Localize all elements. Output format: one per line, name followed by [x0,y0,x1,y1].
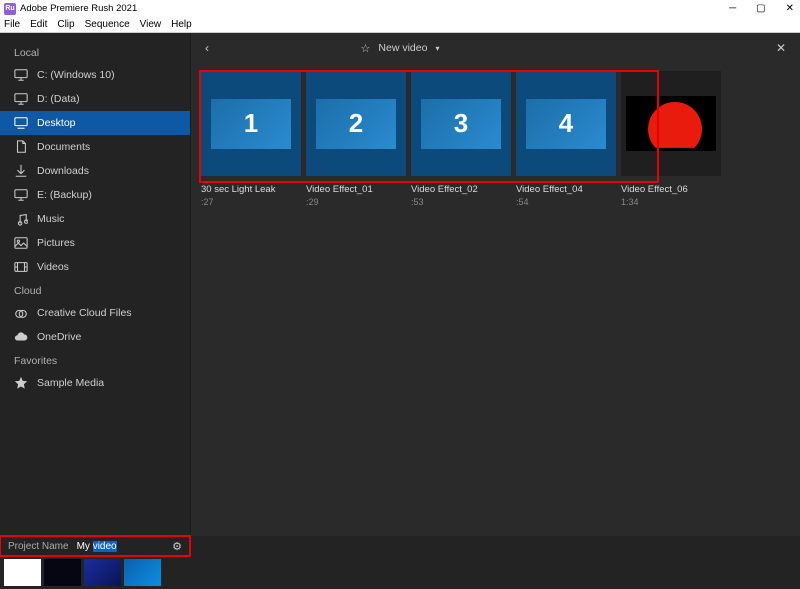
clip-name: Video Effect_01 [306,184,406,195]
project-name-row: Project Name My video ⚙ [0,536,190,556]
sidebar-item-e-drive[interactable]: E: (Backup) [0,183,190,207]
clip-duration: :54 [516,197,616,207]
sidebar-item-label: Documents [37,141,90,153]
app-icon: Ru [4,3,16,15]
monitor-icon [14,188,28,202]
project-name-label: Project Name [8,541,69,552]
back-button[interactable]: ‹ [201,37,213,59]
video-icon [14,260,28,274]
section-favorites: Favorites [0,349,190,371]
star-outline-icon[interactable]: ☆ [361,42,371,55]
overlay-number: 1 [211,99,291,149]
minimize-button[interactable]: ─ [727,3,738,14]
clip-duration: :29 [306,197,406,207]
sidebar-item-onedrive[interactable]: OneDrive [0,325,190,349]
selection-tray [0,556,800,589]
music-icon [14,212,28,226]
chevron-down-icon[interactable]: ▾ [435,44,439,53]
overlay-number: 2 [316,99,396,149]
media-clip[interactable]: 1 30 sec Light Leak :27 [201,71,301,207]
section-cloud: Cloud [0,279,190,301]
monitor-icon [14,68,28,82]
sidebar-item-sample-media[interactable]: Sample Media [0,371,190,395]
tray-item[interactable] [44,559,81,586]
sidebar-item-documents[interactable]: Documents [0,135,190,159]
media-clip[interactable]: Video Effect_06 1:34 [621,71,721,207]
menu-file[interactable]: File [4,19,20,30]
sidebar-item-label: Downloads [37,165,89,177]
window-title: Adobe Premiere Rush 2021 [20,3,137,14]
main-panel: ‹ ☆ New video ▾ ✕ 1 30 sec Light Leak :2… [190,33,800,536]
sidebar-item-label: Music [37,213,64,225]
download-icon [14,164,28,178]
creative-cloud-icon [14,306,28,320]
clip-name: Video Effect_06 [621,184,721,195]
sidebar-item-music[interactable]: Music [0,207,190,231]
gear-icon[interactable]: ⚙ [172,540,182,553]
menu-help[interactable]: Help [171,19,192,30]
close-panel-button[interactable]: ✕ [772,37,790,59]
document-icon [14,140,28,154]
sidebar-item-label: Creative Cloud Files [37,307,132,319]
sidebar-item-label: Pictures [37,237,75,249]
section-local: Local [0,41,190,63]
clip-name: 30 sec Light Leak [201,184,301,195]
cloud-icon [14,330,28,344]
picture-icon [14,236,28,250]
project-name-input[interactable]: My video [77,541,117,552]
monitor-icon [14,92,28,106]
clip-thumbnail [648,102,702,156]
overlay-number: 4 [526,99,606,149]
maximize-button[interactable]: ▢ [754,3,767,14]
sidebar-item-d-drive[interactable]: D: (Data) [0,87,190,111]
media-clip[interactable]: 4 Video Effect_04 :54 [516,71,616,207]
sidebar-item-label: C: (Windows 10) [37,69,115,81]
menubar: File Edit Clip Sequence View Help [0,17,800,33]
panel-title: New video [378,42,427,54]
sidebar-item-creative-cloud[interactable]: Creative Cloud Files [0,301,190,325]
sidebar-item-label: Sample Media [37,377,104,389]
sidebar-item-desktop[interactable]: Desktop [0,111,190,135]
sidebar-item-pictures[interactable]: Pictures [0,231,190,255]
sidebar-item-downloads[interactable]: Downloads [0,159,190,183]
main-topbar: ‹ ☆ New video ▾ ✕ [191,33,800,63]
sidebar: Local C: (Windows 10) D: (Data) Desktop … [0,33,190,536]
media-clip[interactable]: 2 Video Effect_01 :29 [306,71,406,207]
titlebar: Ru Adobe Premiere Rush 2021 ─ ▢ ✕ [0,0,800,17]
sidebar-item-videos[interactable]: Videos [0,255,190,279]
desktop-icon [14,116,28,130]
clip-name: Video Effect_02 [411,184,511,195]
overlay-number: 3 [421,99,501,149]
menu-sequence[interactable]: Sequence [85,19,130,30]
star-icon [14,376,28,390]
sidebar-item-label: OneDrive [37,331,81,343]
sidebar-item-label: Videos [37,261,69,273]
tray-item[interactable] [84,559,121,586]
sidebar-item-c-drive[interactable]: C: (Windows 10) [0,63,190,87]
clip-name: Video Effect_04 [516,184,616,195]
footer: Project Name My video ⚙ [0,536,800,589]
media-clip[interactable]: 3 Video Effect_02 :53 [411,71,511,207]
tray-item[interactable] [124,559,161,586]
menu-clip[interactable]: Clip [57,19,74,30]
media-grid: 1 30 sec Light Leak :27 2 Video Effect_0… [191,63,800,207]
menu-edit[interactable]: Edit [30,19,47,30]
close-window-button[interactable]: ✕ [784,3,796,14]
sidebar-item-label: E: (Backup) [37,189,92,201]
clip-duration: :53 [411,197,511,207]
sidebar-item-label: D: (Data) [37,93,80,105]
clip-duration: :27 [201,197,301,207]
menu-view[interactable]: View [140,19,162,30]
tray-item[interactable] [4,559,41,586]
sidebar-item-label: Desktop [37,117,76,129]
clip-duration: 1:34 [621,197,721,207]
